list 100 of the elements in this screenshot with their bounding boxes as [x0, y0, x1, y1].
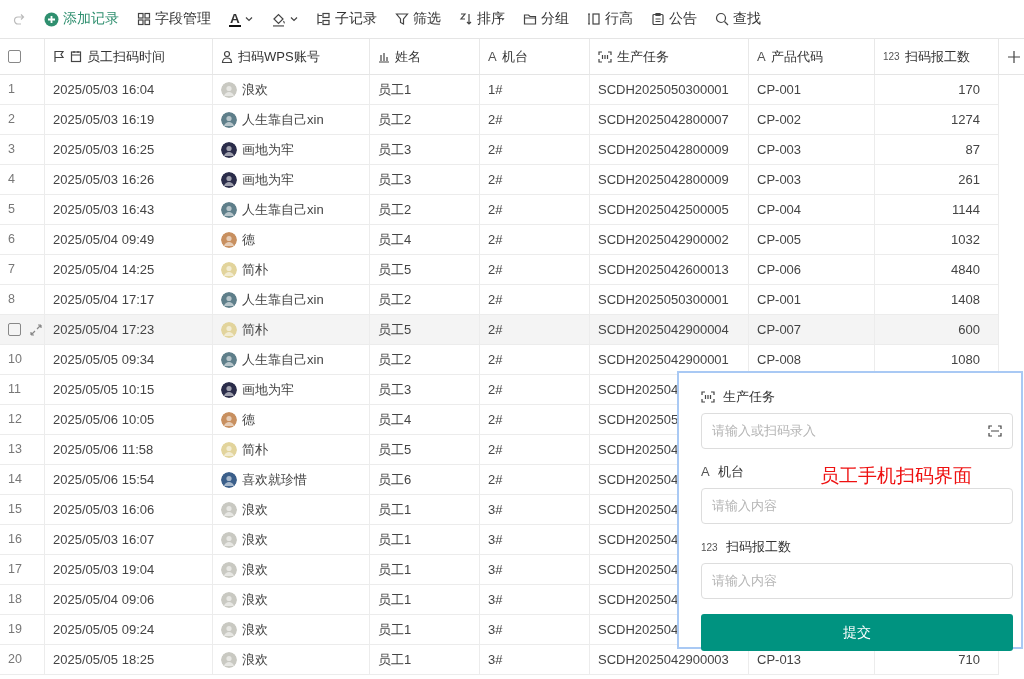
toolbar-button[interactable]: 公告	[644, 6, 703, 32]
column-header[interactable]: 姓名	[395, 46, 421, 67]
table-cell-text: 员工1	[378, 500, 412, 519]
table-cell-text: 员工1	[378, 80, 412, 99]
table-cell-text: 2#	[488, 290, 503, 309]
table-cell-text: SCDH202505	[598, 410, 679, 429]
table-cell-text: SCDH2025050300001	[598, 290, 729, 309]
table-cell-text: 员工1	[378, 650, 412, 669]
table-cell-text: 2025/05/06 11:58	[53, 440, 154, 459]
column-header[interactable]: 扫码报工数	[904, 46, 970, 67]
grid-icon	[137, 12, 151, 26]
table-cell-text: SCDH202504	[598, 470, 679, 489]
table-cell-text: 87	[965, 140, 980, 159]
toolbar-button[interactable]: 分组	[516, 6, 575, 32]
submit-button[interactable]: 提交	[701, 614, 1013, 651]
table-cell-text: 2#	[488, 230, 503, 249]
table-cell-text: 600	[958, 320, 980, 339]
add-record-button[interactable]: 添加记录	[38, 6, 125, 32]
table-cell-text: 2025/05/05 10:15	[53, 380, 155, 399]
caret-icon	[289, 16, 298, 22]
column-header[interactable]: 产品代码	[770, 46, 823, 67]
user-name: 画地为牢	[242, 170, 294, 189]
table-cell-text: 2#	[488, 140, 503, 159]
person-icon	[221, 50, 233, 63]
user-name: 画地为牢	[242, 140, 294, 159]
table-cell-text: SCDH2025042600013	[598, 260, 729, 279]
field-label: 生产任务	[723, 388, 775, 406]
toolbar-button[interactable]: 行高	[580, 6, 639, 32]
table-cell-text: 2025/05/03 16:06	[53, 500, 155, 519]
user-name: 德	[242, 410, 255, 429]
table-cell-text: SCDH202504	[598, 590, 679, 609]
table-cell-text: CP-004	[757, 200, 802, 219]
user-name: 简朴	[242, 440, 268, 459]
table-cell-text: 员工4	[378, 410, 412, 429]
table-cell-text: 员工3	[378, 380, 412, 399]
table-cell-text: SCDH202504	[598, 440, 679, 459]
field-label: 机台	[717, 463, 744, 481]
flag-icon	[53, 50, 65, 63]
clipboard-icon	[650, 12, 665, 26]
user-name: 画地为牢	[242, 380, 294, 399]
table-cell-text: SCDH2025042800007	[598, 110, 729, 129]
field-type-icon: 123	[883, 49, 900, 64]
toolbar-button[interactable]: 排序	[452, 6, 511, 32]
row-number: 3	[8, 141, 15, 159]
user-name: 浪欢	[242, 650, 268, 669]
table-cell-text: 2025/05/03 19:04	[53, 560, 155, 579]
field-type-icon: A	[488, 46, 497, 67]
table-cell-text: CP-005	[757, 230, 802, 249]
toolbar-button[interactable]: 子记录	[309, 6, 383, 32]
add-column-icon	[1007, 49, 1021, 64]
table-cell-text: 1080	[951, 350, 980, 369]
select-all-checkbox[interactable]	[8, 50, 21, 63]
table-cell-text: SCDH2025050300001	[598, 80, 729, 99]
table-cell-text: 1274	[951, 110, 980, 129]
row-number: 12	[8, 411, 22, 429]
table-cell-text: 261	[958, 170, 980, 189]
table-cell-text: 2025/05/03 16:26	[53, 170, 155, 189]
user-name: 浪欢	[242, 530, 268, 549]
user-name: 浪欢	[242, 590, 268, 609]
table-cell-text: 2025/05/06 10:05	[53, 410, 155, 429]
table-cell-text: SCDH202504	[598, 500, 679, 519]
table-cell-text: 员工3	[378, 170, 412, 189]
row-number: 2	[8, 111, 15, 129]
table-cell-text: CP-002	[757, 110, 802, 129]
toolbar-button[interactable]: 筛选	[388, 6, 447, 32]
table-cell-text: 员工1	[378, 590, 412, 609]
table-cell-text: CP-003	[757, 140, 802, 159]
table-cell-text: 710	[958, 650, 980, 669]
column-header[interactable]: 生产任务	[617, 46, 669, 67]
table-cell-text: 1032	[951, 230, 980, 249]
column-header[interactable]: 机台	[501, 46, 528, 67]
table-cell-text: 2025/05/04 09:49	[53, 230, 155, 249]
toolbar-button[interactable]: 查找	[708, 6, 767, 32]
row-number: 13	[8, 441, 22, 459]
table-cell-text: 3#	[488, 530, 503, 549]
table-cell-text: 员工4	[378, 230, 412, 249]
row-checkbox[interactable]	[8, 323, 21, 336]
table-cell-text: 2025/05/03 16:07	[53, 530, 155, 549]
table-cell-text: 3#	[488, 500, 503, 519]
row-number: 17	[8, 561, 22, 579]
search-icon	[714, 12, 729, 26]
table-cell-text: 2#	[488, 200, 503, 219]
redo-icon	[12, 12, 26, 26]
table-cell-text: 员工6	[378, 470, 412, 489]
table-cell-text: 2025/05/04 17:17	[53, 290, 155, 309]
table-cell-text: 2#	[488, 170, 503, 189]
row-number: 18	[8, 591, 22, 609]
table-cell-text: 2025/05/05 18:25	[53, 650, 155, 669]
table-cell-text: 2#	[488, 410, 503, 429]
row-number: 16	[8, 531, 22, 549]
row-number: 8	[8, 291, 15, 309]
table-cell-text: SCDH2025042500005	[598, 200, 729, 219]
field-label: 扫码报工数	[725, 538, 791, 556]
table-cell-text: 170	[958, 80, 980, 99]
user-name: 简朴	[242, 260, 268, 279]
toolbar-button[interactable]: 字段管理	[131, 6, 217, 32]
table-cell-text: 3#	[488, 560, 503, 579]
subrecord-icon	[315, 12, 331, 26]
text-color-button[interactable]: A	[223, 9, 259, 29]
bar-chart-icon	[378, 50, 390, 63]
